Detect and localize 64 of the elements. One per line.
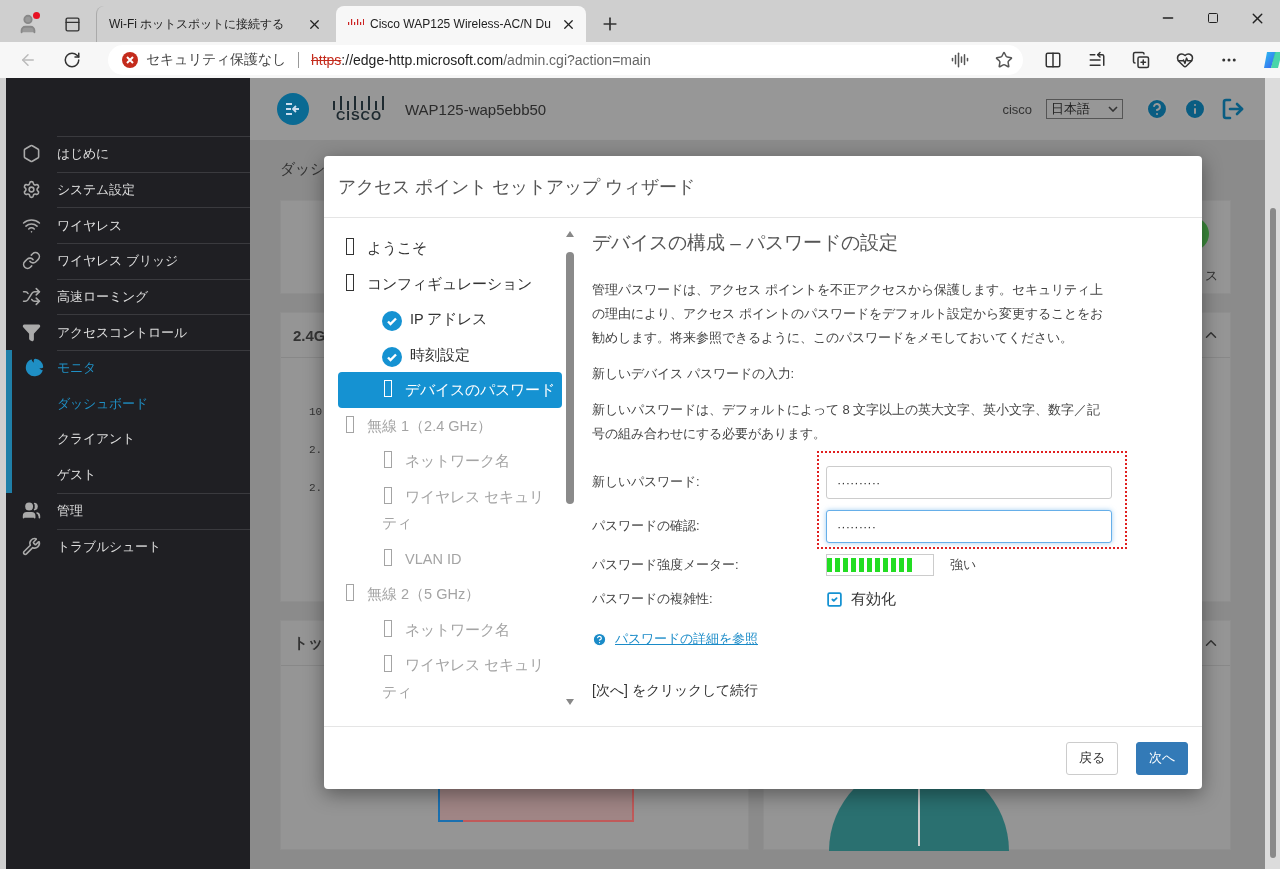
checkbox[interactable]: [826, 590, 843, 608]
scrollbar-thumb[interactable]: [566, 252, 574, 504]
page-title: ダッシ: [280, 160, 326, 179]
collapse-menu-button[interactable]: [277, 93, 309, 125]
sidebar-subitem[interactable]: ダッシュボード: [57, 385, 250, 422]
star-icon[interactable]: [995, 51, 1013, 69]
logout-icon[interactable]: [1221, 97, 1245, 121]
hexagon-icon: [22, 144, 41, 164]
panel-title: 2.4G: [293, 326, 326, 344]
wizard-step[interactable]: コンフィギュレーション: [338, 265, 562, 301]
wrench-icon: [22, 536, 41, 556]
field-label: パスワードの確認:: [592, 517, 701, 535]
security-label[interactable]: セキュリティ保護なし: [146, 51, 286, 69]
browser-tab[interactable]: Cisco WAP125 Wireless-AC/N Du: [336, 6, 586, 42]
help-icon: [592, 631, 607, 647]
field-label: 新しいパスワード:: [592, 473, 701, 491]
filter-icon: [22, 322, 41, 342]
intro-text: 管理パスワードは、アクセス ポイントを不正アクセスから保護します。セキュリティ上の理由により、アクセス ポイントのパスワードをデフォルト設定から変更することをお勧めします。将来参照できるように、このパスワードをメモしておいてください。: [592, 281, 1104, 347]
help-icon[interactable]: [1145, 97, 1169, 121]
sidebar-subitem[interactable]: クライアント: [57, 421, 250, 458]
rule-text: 新しいパスワードは、デフォルトによって 8 文字以上の英大文字、英小文字、数字／記号の組み合わせにする必要があります。: [592, 401, 1102, 443]
axis-label: 2.: [309, 482, 323, 494]
shuffle-icon: [22, 287, 41, 307]
language-select[interactable]: 日本語: [1046, 99, 1123, 119]
next-button[interactable]: 次へ: [1136, 741, 1188, 775]
users-icon: [22, 501, 41, 521]
address-field[interactable]: https://edge-http.microsoft.com/admin.cgi?action=main: [311, 52, 943, 68]
caret-icon: [1108, 106, 1118, 112]
axis-label: 10: [309, 406, 323, 418]
wizard-step[interactable]: 時刻設定: [338, 336, 562, 372]
status-label: ス: [1205, 267, 1218, 285]
field-label: パスワード強度メーター:: [592, 556, 740, 574]
collapse-arrow-icon: [285, 102, 301, 116]
dialog-title: アクセス ポイント セットアップ ウィザード: [324, 156, 1202, 218]
sidebar-subitem[interactable]: ゲスト: [57, 457, 250, 493]
continue-hint: [次へ] をクリックして続行: [592, 682, 759, 700]
section-heading: デバイスの構成 – パスワードの設定: [592, 231, 900, 255]
scrollbar-thumb[interactable]: [1269, 208, 1276, 858]
device-name: WAP125-wap5ebb50: [405, 100, 547, 118]
wizard-step[interactable]: ようこそ: [338, 230, 562, 266]
panel-title: トッ: [293, 633, 323, 653]
link-icon: [22, 251, 41, 271]
logo-text: CISCO: [335, 110, 383, 122]
warning-icon: [122, 52, 138, 68]
check-icon: [386, 315, 398, 327]
logo-bars-icon: [333, 96, 385, 110]
back-button[interactable]: 戻る: [1066, 741, 1118, 775]
strength-reading: 強い: [950, 556, 976, 574]
scroll-up-icon[interactable]: [565, 230, 575, 238]
prompt-text: 新しいデバイス パスワードの入力:: [592, 365, 796, 383]
info-icon[interactable]: [1183, 97, 1207, 121]
settings-icon: [22, 180, 41, 200]
user-name: cisco: [1002, 101, 1032, 117]
read-aloud-icon[interactable]: [951, 51, 969, 69]
checkbox-label: 有効化: [851, 589, 896, 609]
pie-chart-icon: [25, 358, 44, 378]
wizard-step[interactable]: IP アドレス: [338, 301, 562, 337]
password-field[interactable]: ·········: [826, 509, 1112, 543]
details-link[interactable]: パスワードの詳細を参照: [615, 630, 758, 648]
password-field[interactable]: ··········: [826, 465, 1112, 499]
field-label: パスワードの複雑性:: [592, 590, 714, 608]
scroll-down-icon[interactable]: [565, 698, 575, 706]
notification-dot: [33, 12, 40, 19]
axis-label: 2.: [309, 444, 323, 456]
